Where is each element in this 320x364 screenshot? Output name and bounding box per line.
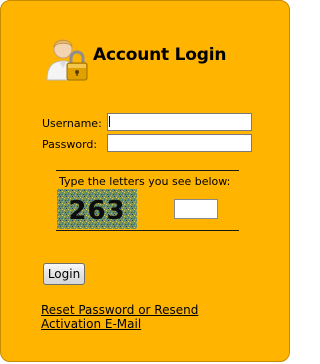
password-label: Password: (42, 138, 98, 151)
login-panel: Account Login Username: Password: Type t… (0, 0, 290, 362)
captcha-input[interactable] (174, 199, 218, 219)
username-input[interactable] (107, 113, 252, 131)
user-lock-icon (46, 39, 88, 81)
page-title: Account Login (93, 45, 227, 65)
password-input[interactable] (107, 134, 252, 152)
captcha-divider-bottom (56, 230, 239, 231)
captcha-prompt: Type the letters you see below: (59, 175, 231, 188)
captcha-divider-top (56, 170, 239, 171)
login-button[interactable]: Login (43, 263, 85, 285)
captcha-image: 263 (57, 189, 137, 229)
username-label: Username: (42, 117, 102, 130)
captcha-text: 263 (68, 196, 125, 226)
reset-password-link[interactable]: Reset Password or Resend Activation E-Ma… (41, 303, 261, 331)
